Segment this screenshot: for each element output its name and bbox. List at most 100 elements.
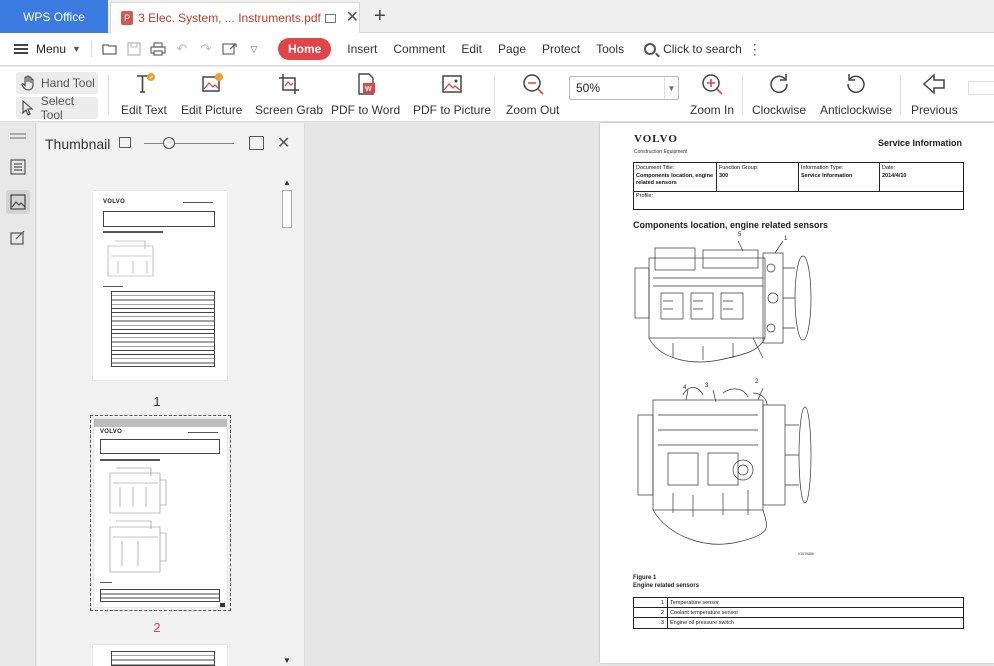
enlarge-thumbnail-icon[interactable]: [249, 136, 264, 150]
table-divider: [798, 163, 799, 191]
document-tab[interactable]: P 3 Elec. System, ... Instruments.pdf ✕: [110, 2, 360, 33]
thumbnail-size-slider[interactable]: [144, 143, 234, 144]
zoom-out-button[interactable]: Zoom Out: [506, 71, 559, 117]
zoom-level-value: 50%: [576, 81, 601, 95]
annotations-icon[interactable]: [6, 226, 30, 250]
new-tab-button[interactable]: +: [374, 5, 386, 28]
menu-comment[interactable]: Comment: [393, 42, 461, 56]
left-sidebar: [0, 123, 36, 666]
pdf-to-picture-button[interactable]: PDF to Picture: [413, 71, 491, 117]
thumbnail-page-2[interactable]: VOLVO: [94, 419, 227, 607]
monitor-icon[interactable]: [324, 13, 336, 23]
mini-engine-drawing: [109, 467, 167, 573]
document-info-table: Document Title: Components location, eng…: [633, 162, 964, 210]
undo-icon[interactable]: ↶: [173, 41, 191, 57]
menu-edit[interactable]: Edit: [461, 42, 498, 56]
screen-grab-icon: [276, 71, 302, 97]
toolbar-divider: [108, 75, 109, 115]
app-tab[interactable]: WPS Office: [0, 0, 108, 33]
clockwise-label: Clockwise: [752, 103, 807, 117]
mini-text: [100, 582, 112, 583]
menu-insert[interactable]: Insert: [347, 42, 393, 56]
quick-access-toolbar: ↶ ↷ ▽: [90, 41, 266, 57]
callout-3: 3: [705, 383, 709, 389]
zoom-in-icon: [699, 71, 725, 97]
volvo-logo: VOLVO: [634, 133, 678, 145]
slider-handle[interactable]: [163, 137, 175, 149]
pdf-to-word-label: PDF to Word: [331, 103, 401, 117]
previous-page-button[interactable]: Previous: [911, 71, 958, 117]
cursor-icon: [20, 100, 36, 116]
shrink-thumbnail-icon[interactable]: [119, 137, 131, 148]
edit-text-button[interactable]: Edit Text: [121, 71, 167, 117]
screen-grab-button[interactable]: Screen Grab: [255, 71, 323, 117]
info-type-value: Service Information: [801, 172, 853, 179]
search-icon: [644, 43, 657, 55]
zoom-level-select[interactable]: 50% ▼: [569, 76, 679, 100]
mini-heading: [103, 231, 163, 233]
document-view[interactable]: VOLVO Construction Equipment Service Inf…: [305, 123, 994, 666]
chevron-down-icon[interactable]: ▼: [664, 77, 678, 99]
scrollbar-thumb[interactable]: [282, 190, 292, 228]
arrow-left-icon: [921, 71, 947, 97]
component-name: Temperature sensor: [670, 600, 719, 606]
toolbar-divider: [900, 75, 901, 115]
close-tab-icon[interactable]: ✕: [346, 10, 359, 26]
toolbar-divider: [742, 75, 743, 115]
bookmarks-icon[interactable]: [6, 155, 30, 179]
save-icon[interactable]: [125, 41, 143, 57]
rotate-anticlockwise-button[interactable]: Anticlockwise: [820, 71, 892, 117]
more-dropdown-icon[interactable]: ▽: [245, 41, 263, 57]
pdf-to-word-button[interactable]: W PDF to Word: [331, 71, 400, 117]
table-divider: [634, 191, 963, 192]
scroll-up-icon[interactable]: ▲: [281, 178, 293, 188]
thumbnail-page-3[interactable]: [93, 645, 227, 666]
component-name: Engine oil pressure switch: [670, 620, 734, 626]
drawing-id: V1079686: [798, 552, 814, 556]
callout-2: 2: [755, 379, 759, 385]
menu-protect[interactable]: Protect: [542, 42, 596, 56]
document-tab-title: 3 Elec. System, ... Instruments.pdf: [138, 11, 321, 25]
edit-picture-button[interactable]: Edit Picture: [181, 71, 242, 117]
page-heading: Components location, engine related sens…: [633, 220, 829, 230]
mini-text: [183, 202, 213, 203]
redo-icon[interactable]: ↷: [197, 41, 215, 57]
thumbnail-page-1[interactable]: VOLVO: [93, 191, 227, 380]
more-options-icon[interactable]: ⋮: [748, 41, 762, 58]
select-tool-button[interactable]: Select Tool: [16, 94, 98, 122]
pdf-file-icon: P: [121, 11, 134, 25]
thumbnail-scrollbar[interactable]: ▲ ▼: [281, 178, 293, 666]
toolbar-overflow: [968, 81, 994, 95]
previous-label: Previous: [911, 103, 958, 117]
hand-tool-button[interactable]: Hand Tool: [16, 72, 98, 94]
scroll-down-icon[interactable]: ▼: [281, 656, 293, 666]
pdf-to-picture-label: PDF to Picture: [413, 103, 492, 117]
rotate-clockwise-icon: [766, 71, 792, 97]
svg-text:W: W: [365, 86, 372, 93]
table-divider: [716, 163, 717, 191]
print-icon[interactable]: [149, 41, 167, 57]
main-menu: Home Insert Comment Edit Page Protect To…: [277, 38, 640, 60]
figure-title: Engine related sensors: [633, 583, 700, 589]
hamburger-icon: [14, 44, 28, 54]
menu-tools[interactable]: Tools: [596, 42, 640, 56]
thumbnail-icon[interactable]: [6, 190, 30, 214]
rotate-clockwise-button[interactable]: Clockwise: [752, 71, 806, 117]
menu-page[interactable]: Page: [498, 42, 542, 56]
export-icon[interactable]: [221, 41, 239, 57]
pdf-to-picture-icon: [439, 71, 465, 97]
collapse-handle[interactable]: [10, 133, 26, 139]
zoom-in-button[interactable]: Zoom In: [690, 71, 734, 117]
hand-icon: [20, 75, 36, 91]
table-row: 1 Temperature sensor: [634, 598, 963, 608]
components-table: 1 Temperature sensor 2 Coolant temperatu…: [633, 597, 964, 629]
search-box[interactable]: Click to search: [644, 42, 742, 56]
menu-button[interactable]: Menu ▼: [14, 42, 81, 56]
table-divider: [879, 163, 880, 191]
open-folder-icon[interactable]: [101, 41, 119, 57]
edit-picture-label: Edit Picture: [181, 103, 243, 117]
logo-subtitle: Construction Equipment: [634, 149, 688, 155]
menu-home[interactable]: Home: [277, 38, 332, 60]
close-panel-icon[interactable]: ✕: [277, 133, 290, 153]
mini-info-table: [100, 439, 220, 454]
